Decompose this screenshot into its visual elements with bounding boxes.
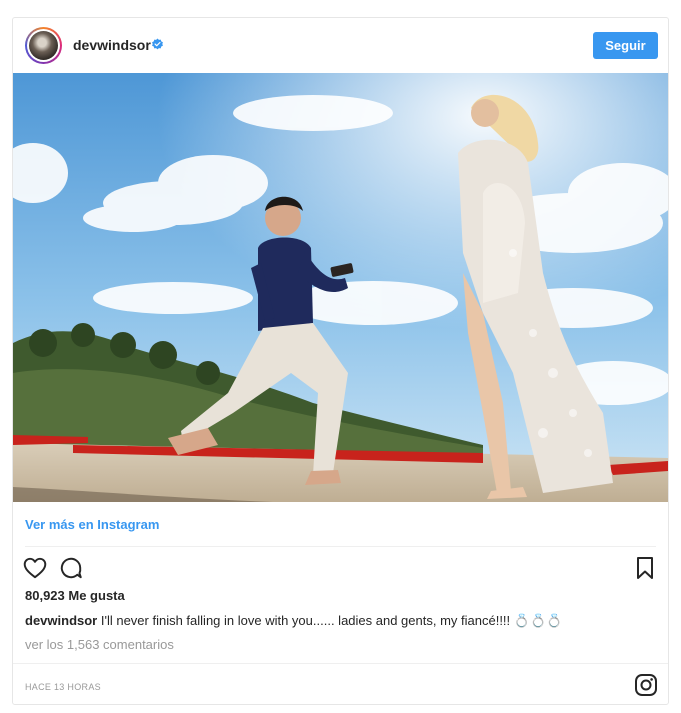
comment-icon[interactable]: [58, 555, 84, 581]
divider: [13, 663, 668, 664]
follow-button[interactable]: Seguir: [593, 32, 658, 59]
action-bar: [13, 553, 668, 583]
beach-proposal-photo: [13, 73, 668, 502]
instagram-embed-card: devwindsor Seguir Ver más en Instagram 8…: [12, 17, 669, 705]
view-comments-link[interactable]: ver los 1,563 comentarios: [25, 637, 174, 652]
post-caption: devwindsor I'll never finish falling in …: [25, 613, 562, 629]
view-more-link[interactable]: Ver más en Instagram: [25, 517, 159, 532]
username-link[interactable]: devwindsor: [73, 37, 151, 53]
post-timestamp[interactable]: HACE 13 HORAS: [25, 682, 101, 692]
bookmark-icon[interactable]: [634, 555, 656, 581]
caption-username[interactable]: devwindsor: [25, 613, 97, 628]
divider: [25, 546, 656, 547]
caption-text: I'll never finish falling in love with y…: [97, 613, 563, 628]
verified-badge-icon: [152, 38, 163, 50]
post-header: devwindsor Seguir: [13, 18, 668, 73]
likes-count: 80,923 Me gusta: [25, 588, 125, 603]
heart-icon[interactable]: [22, 555, 48, 581]
avatar[interactable]: [25, 27, 62, 64]
post-photo[interactable]: [13, 73, 668, 502]
instagram-logo-icon[interactable]: [634, 673, 658, 697]
